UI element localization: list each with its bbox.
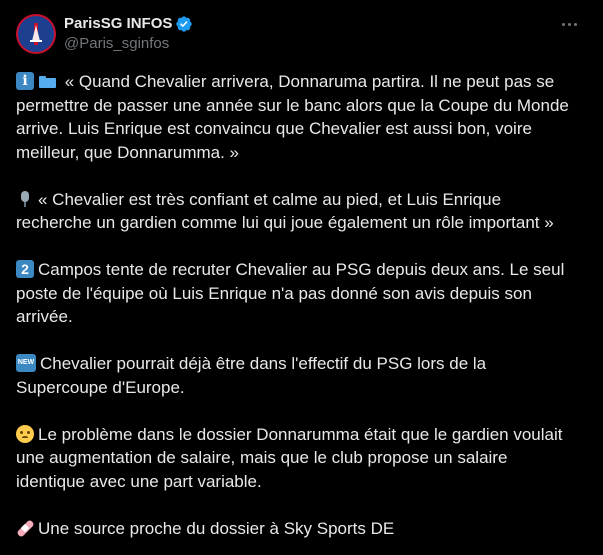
tweet-paragraph-1: « Quand Chevalier arrivera, Donnaruma pa… xyxy=(16,70,581,164)
verified-badge-icon[interactable] xyxy=(175,15,193,33)
paragraph-text: Campos tente de recruter Chevalier au PS… xyxy=(16,260,565,326)
paragraph-text: « Chevalier est très confiant et calme a… xyxy=(16,189,554,233)
paragraph-text: Le problème dans le dossier Donnarumma é… xyxy=(16,424,563,491)
paragraph-text: Une source proche du dossier à Sky Sport… xyxy=(38,518,395,538)
info-emoji-icon xyxy=(16,72,34,90)
handle[interactable]: @Paris_sginfos xyxy=(64,34,193,54)
display-name[interactable]: ParisSG INFOS xyxy=(64,14,172,34)
germany-flag-icon xyxy=(398,521,420,536)
psg-logo-icon xyxy=(22,20,50,48)
folder-emoji-icon xyxy=(38,72,56,90)
tweet-paragraph-4: Chevalier pourrait déjà être dans l'effe… xyxy=(16,352,581,399)
microphone-emoji-icon xyxy=(16,190,34,208)
paragraph-text: Chevalier pourrait déjà être dans l'effe… xyxy=(16,354,487,397)
more-options-icon[interactable] xyxy=(555,14,583,34)
tweet-paragraph-3: Campos tente de recruter Chevalier au PS… xyxy=(16,258,581,329)
worried-face-emoji-icon xyxy=(16,424,34,443)
avatar[interactable] xyxy=(16,14,56,54)
paragraph-text: « Quand Chevalier arrivera, Donnaruma pa… xyxy=(16,72,569,162)
tweet-text: « Quand Chevalier arrivera, Donnaruma pa… xyxy=(16,70,581,540)
keycap-two-emoji-icon xyxy=(16,260,34,278)
tweet-header: ParisSG INFOS @Paris_sginfos xyxy=(16,12,587,56)
new-button-emoji-icon xyxy=(16,354,36,372)
adhesive-bandage-emoji-icon xyxy=(16,519,34,537)
account-names: ParisSG INFOS @Paris_sginfos xyxy=(64,14,193,54)
tweet-paragraph-6: Une source proche du dossier à Sky Sport… xyxy=(16,517,581,541)
tweet-paragraph-2: « Chevalier est très confiant et calme a… xyxy=(16,188,581,235)
tweet-paragraph-5: Le problème dans le dossier Donnarumma é… xyxy=(16,423,581,494)
display-name-row: ParisSG INFOS xyxy=(64,14,193,34)
tweet: ParisSG INFOS @Paris_sginfos « Quand Che… xyxy=(0,0,603,555)
